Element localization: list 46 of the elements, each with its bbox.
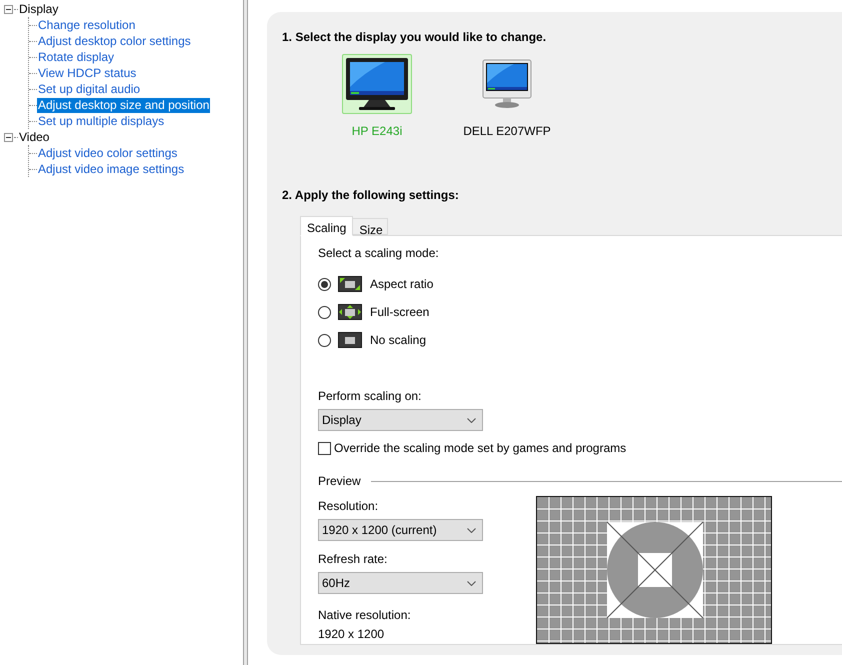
tree-category[interactable]: Display (18, 2, 60, 16)
field-label: Native resolution: (318, 607, 412, 624)
checkbox-label: Override the scaling mode set by games and programs (334, 440, 626, 457)
display-selector[interactable]: DELL E207WFP (462, 54, 552, 140)
tree-item[interactable]: Rotate display (37, 50, 116, 64)
radio-label: Aspect ratio (370, 276, 434, 293)
dropdown[interactable]: 60Hz (318, 572, 483, 594)
scaling-mode-icon (338, 304, 362, 320)
radio-button[interactable] (318, 306, 331, 318)
collapse-icon[interactable] (4, 132, 13, 142)
tree-item[interactable]: Set up multiple displays (37, 114, 166, 128)
tree-item[interactable]: Change resolution (37, 18, 136, 32)
dropdown[interactable]: 1920 x 1200 (current) (318, 519, 483, 541)
tree-item[interactable]: Adjust video color settings (37, 146, 178, 160)
tab[interactable]: Size (353, 218, 388, 235)
scaling-mode-icon (338, 332, 362, 348)
group-title: Preview (318, 473, 361, 490)
tree-category[interactable]: Video (18, 130, 50, 144)
field-label: Refresh rate: (318, 551, 388, 568)
chevron-down-icon (467, 418, 476, 422)
section-heading: 2. Apply the following settings: (282, 187, 460, 204)
field-label: Select a scaling mode: (318, 245, 440, 262)
display-name: DELL E207WFP (463, 123, 551, 140)
display-name: HP E243i (352, 123, 402, 140)
radio-label: Full-screen (370, 304, 430, 321)
radio-button[interactable] (318, 278, 331, 290)
tree-item[interactable]: Adjust desktop color settings (37, 34, 192, 48)
tree-item[interactable]: Adjust video image settings (37, 162, 186, 176)
radio-button[interactable] (318, 334, 331, 346)
tree-item[interactable]: Adjust desktop size and position (37, 98, 210, 112)
monitor-icon (345, 57, 409, 111)
scaling-mode-icon (338, 276, 362, 292)
chevron-down-icon (467, 528, 476, 532)
radio-label: No scaling (370, 332, 426, 349)
tree-item[interactable]: View HDCP status (37, 66, 138, 80)
field-label: Resolution: (318, 498, 380, 515)
chevron-down-icon (467, 580, 476, 586)
collapse-icon[interactable] (4, 4, 13, 14)
checkbox[interactable] (318, 442, 331, 454)
tree-item[interactable]: Set up digital audio (37, 82, 142, 96)
monitor-icon (482, 59, 532, 109)
native-resolution-value: 1920 x 1200 (318, 626, 386, 643)
tab[interactable]: Scaling (300, 216, 354, 236)
section-heading: 1. Select the display you would like to change. (282, 29, 548, 46)
dropdown[interactable]: Display (318, 409, 483, 431)
field-label: Perform scaling on: (318, 388, 422, 405)
